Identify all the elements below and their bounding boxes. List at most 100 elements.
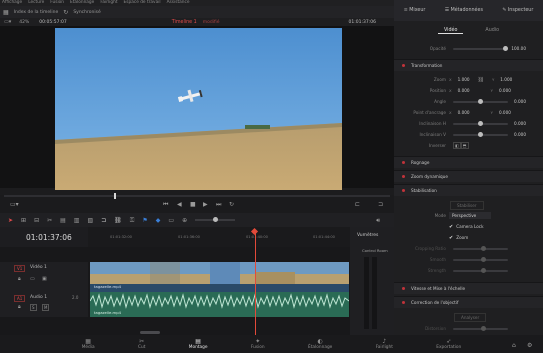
flag-icon[interactable]: ⚑ xyxy=(142,217,147,224)
zoom-full-icon[interactable]: ▭ xyxy=(168,217,174,224)
speed-scale-section[interactable]: Vitesse et Mise à l'échelle xyxy=(394,282,543,294)
stabilization-section[interactable]: Stabilisation xyxy=(394,184,543,196)
timeline-name[interactable]: Timeline 1 xyxy=(172,20,197,25)
link-icon[interactable]: ⛓ xyxy=(114,217,122,224)
stabilize-button[interactable]: Stabiliser xyxy=(450,201,484,210)
enable-dot[interactable] xyxy=(402,161,405,164)
checkbox-icon[interactable]: ✔ xyxy=(449,235,453,241)
zoom-x[interactable]: 1.000 xyxy=(452,77,470,82)
track-enable-icon[interactable]: ▣ xyxy=(42,276,47,282)
lock-icon[interactable]: ⚿ xyxy=(130,217,135,224)
transform-section[interactable]: Transformation xyxy=(394,59,543,71)
rewind-icon[interactable]: ◀ xyxy=(177,201,182,208)
anchor-x[interactable]: 0.000 xyxy=(452,110,470,115)
analyse-button[interactable]: Analyser xyxy=(454,313,487,322)
skip-start-icon[interactable]: ⏮ xyxy=(163,201,168,208)
settings-icon[interactable]: ⚙ xyxy=(527,342,532,349)
sync-icon[interactable]: ↻ xyxy=(63,9,68,16)
yaw-slider[interactable] xyxy=(453,132,508,137)
viewer-layout-icon[interactable]: ▭▾ xyxy=(4,19,11,25)
position-y[interactable]: 0.000 xyxy=(493,88,511,93)
opacity-slider[interactable] xyxy=(453,46,508,51)
cropping-slider[interactable] xyxy=(453,246,508,251)
enable-dot[interactable] xyxy=(402,301,405,304)
mark-in-icon[interactable]: ⊏ xyxy=(355,201,360,208)
replace-icon[interactable]: ▧ xyxy=(87,217,93,224)
video-clip[interactable]: tagazelle.mp4 xyxy=(90,262,349,292)
zoom-slider[interactable] xyxy=(195,217,236,222)
dynamic-trim-icon[interactable]: ⊟ xyxy=(34,217,39,224)
page-tab-color[interactable]: ◐ Étalonnage xyxy=(308,338,332,350)
timeline-ruler[interactable]: 01:01:32:00 01:01:36:00 01:01:40:00 01:0… xyxy=(88,227,350,247)
video-frame[interactable] xyxy=(55,28,342,190)
opacity-value[interactable]: 100.00 xyxy=(508,46,526,51)
snap-icon[interactable]: ⊐ xyxy=(101,217,106,224)
viewer-options-icon[interactable]: ▭▾ xyxy=(10,201,19,208)
page-tab-fusion[interactable]: ✦ Fusion xyxy=(251,338,265,350)
tab-metadata[interactable]: ☰ Métadonnées xyxy=(445,8,483,13)
flip-vertical-icon[interactable]: ⬒ xyxy=(460,142,469,149)
crop-section[interactable]: Rognage xyxy=(394,156,543,168)
lens-section[interactable]: Correction de l'objectif xyxy=(394,296,543,308)
track-solo-icon[interactable]: S xyxy=(30,304,37,311)
sync-button[interactable]: Synchronisé xyxy=(73,10,100,15)
select-tool-icon[interactable]: ➤ xyxy=(8,217,13,224)
track-view-icon[interactable]: ▭ xyxy=(30,276,35,282)
strength-slider[interactable] xyxy=(453,268,508,273)
angle-value[interactable]: 0.000 xyxy=(508,99,526,104)
mark-out-icon[interactable]: ⊐ xyxy=(378,201,383,208)
position-x[interactable]: 0.000 xyxy=(452,88,470,93)
page-tab-fairlight[interactable]: ♪ Fairlight xyxy=(376,338,393,350)
zoom-detail-icon[interactable]: ⊕ xyxy=(182,217,187,224)
loop-icon[interactable]: ↻ xyxy=(229,201,234,208)
track-lock-icon[interactable]: 🔒︎ xyxy=(18,276,21,282)
mode-select[interactable]: Perspective xyxy=(449,212,491,219)
volume-icon[interactable]: 🔊︎ xyxy=(376,217,380,224)
smooth-slider[interactable] xyxy=(453,257,508,262)
zoom-y[interactable]: 1.000 xyxy=(494,77,512,82)
zoom-level[interactable]: 42% xyxy=(19,20,29,25)
flip-horizontal-icon[interactable]: ◧ xyxy=(453,142,461,149)
track-mute-icon[interactable]: M xyxy=(42,304,50,311)
link-icon[interactable]: ⛓ xyxy=(478,77,484,83)
page-tab-deliver[interactable]: ➶ Exportation xyxy=(436,338,461,350)
enable-dot[interactable] xyxy=(402,287,405,290)
tab-inspector[interactable]: ✎ Inspecteur xyxy=(502,8,533,13)
inspector-tab-audio[interactable]: Audio xyxy=(485,28,499,34)
track-id-a1[interactable]: A1 xyxy=(14,295,26,302)
enable-dot[interactable] xyxy=(402,64,405,67)
checkbox-icon[interactable]: ✔ xyxy=(449,224,453,230)
audio-clip-name: tagazelle.mp4 xyxy=(94,310,122,315)
inspector-tab-video[interactable]: Vidéo xyxy=(437,28,464,34)
yaw-label: Inclinaison V xyxy=(419,132,447,137)
blade-tool-icon[interactable]: ✂ xyxy=(47,217,52,224)
overwrite-icon[interactable]: ▥ xyxy=(74,217,80,224)
distortion-slider[interactable] xyxy=(453,326,508,331)
dynamic-zoom-section[interactable]: Zoom dynamique xyxy=(394,170,543,182)
enable-dot[interactable] xyxy=(402,175,405,178)
index-button[interactable]: Index de la timeline xyxy=(14,10,59,15)
pitch-slider[interactable] xyxy=(453,121,508,126)
audio-clip[interactable]: tagazelle.mp4 xyxy=(90,292,349,317)
grid-icon[interactable]: ▦ xyxy=(3,9,9,16)
skip-end-icon[interactable]: ⏭ xyxy=(216,201,221,208)
track-id-v1[interactable]: V1 xyxy=(14,265,26,272)
stop-icon[interactable]: ■ xyxy=(190,201,196,208)
yaw-value[interactable]: 0.000 xyxy=(508,132,526,137)
page-tab-cut[interactable]: ✂ Cut xyxy=(138,338,145,350)
enable-dot[interactable] xyxy=(402,189,405,192)
marker-icon[interactable]: ◆ xyxy=(156,217,161,224)
scrubber[interactable] xyxy=(4,193,390,199)
page-tab-edit[interactable]: ▤ Montage xyxy=(189,338,208,350)
track-lock-icon[interactable]: 🔒︎ xyxy=(18,304,21,310)
page-tab-media[interactable]: ▦ Média xyxy=(82,338,95,350)
insert-icon[interactable]: ▤ xyxy=(60,217,66,224)
play-icon[interactable]: ▶ xyxy=(203,201,208,208)
tab-mixer[interactable]: ≡ Mixeur xyxy=(404,8,426,13)
anchor-y[interactable]: 0.000 xyxy=(493,110,511,115)
home-icon[interactable]: ⌂ xyxy=(512,342,516,349)
pitch-value[interactable]: 0.000 xyxy=(508,121,526,126)
timeline-scrollbar[interactable] xyxy=(140,331,160,334)
angle-slider[interactable] xyxy=(453,99,508,104)
trim-tool-icon[interactable]: ⊞ xyxy=(21,217,26,224)
